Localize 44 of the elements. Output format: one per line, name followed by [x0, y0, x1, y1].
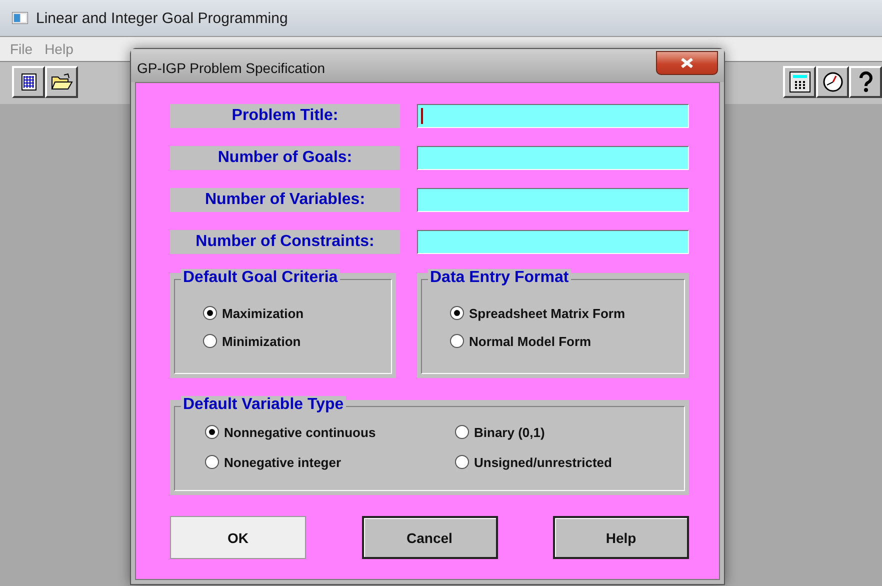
field-label: Number of Variables:	[170, 188, 400, 212]
option-label: Binary (0,1)	[474, 424, 545, 440]
dialog-title: GP-IGP Problem Specification	[137, 60, 326, 76]
new-sheet-button[interactable]	[12, 66, 45, 98]
group-title: Data Entry Format	[428, 269, 571, 287]
app-icon	[12, 12, 28, 24]
help-button[interactable]	[849, 66, 882, 98]
option-label: Nonegative integer	[224, 454, 342, 470]
field-label: Number of Goals:	[170, 146, 400, 170]
radio-button[interactable]	[455, 455, 469, 469]
clock-button[interactable]	[816, 66, 849, 98]
spreadsheet-icon	[20, 73, 38, 91]
close-button[interactable]	[656, 50, 718, 74]
dialog-button[interactable]: OK	[170, 516, 306, 559]
open-button[interactable]	[45, 66, 78, 98]
input-field[interactable]	[417, 104, 689, 128]
radio-button[interactable]	[450, 306, 464, 320]
clock-icon	[822, 71, 844, 93]
input-field[interactable]	[417, 230, 689, 254]
dialog-button[interactable]: Cancel	[362, 516, 498, 559]
field-label: Number of Constraints:	[170, 230, 400, 254]
input-field[interactable]	[417, 146, 689, 170]
dialog-button[interactable]: Help	[553, 516, 689, 559]
radio-button[interactable]	[450, 334, 464, 348]
field-label: Problem Title:	[170, 104, 400, 128]
option-label: Nonnegative continuous	[224, 424, 376, 440]
calculator-button[interactable]	[783, 66, 816, 98]
input-field[interactable]	[417, 188, 689, 212]
radio-button[interactable]	[205, 455, 219, 469]
option-label: Minimization	[222, 334, 301, 348]
folder-icon	[50, 73, 72, 91]
radio-button[interactable]	[205, 425, 219, 439]
close-icon	[680, 58, 694, 68]
radio-button[interactable]	[203, 334, 217, 348]
radio-button[interactable]	[455, 425, 469, 439]
window-title: Linear and Integer Goal Programming	[36, 10, 288, 26]
option-label: Unsigned/unrestricted	[474, 454, 612, 470]
group-title: Default Variable Type	[181, 396, 346, 414]
option-label: Normal Model Form	[469, 334, 592, 348]
calculator-icon	[788, 71, 810, 93]
radio-button[interactable]	[203, 306, 217, 320]
option-label: Spreadsheet Matrix Form	[469, 306, 626, 320]
option-label: Maximization	[222, 306, 304, 320]
help-icon	[858, 71, 874, 93]
